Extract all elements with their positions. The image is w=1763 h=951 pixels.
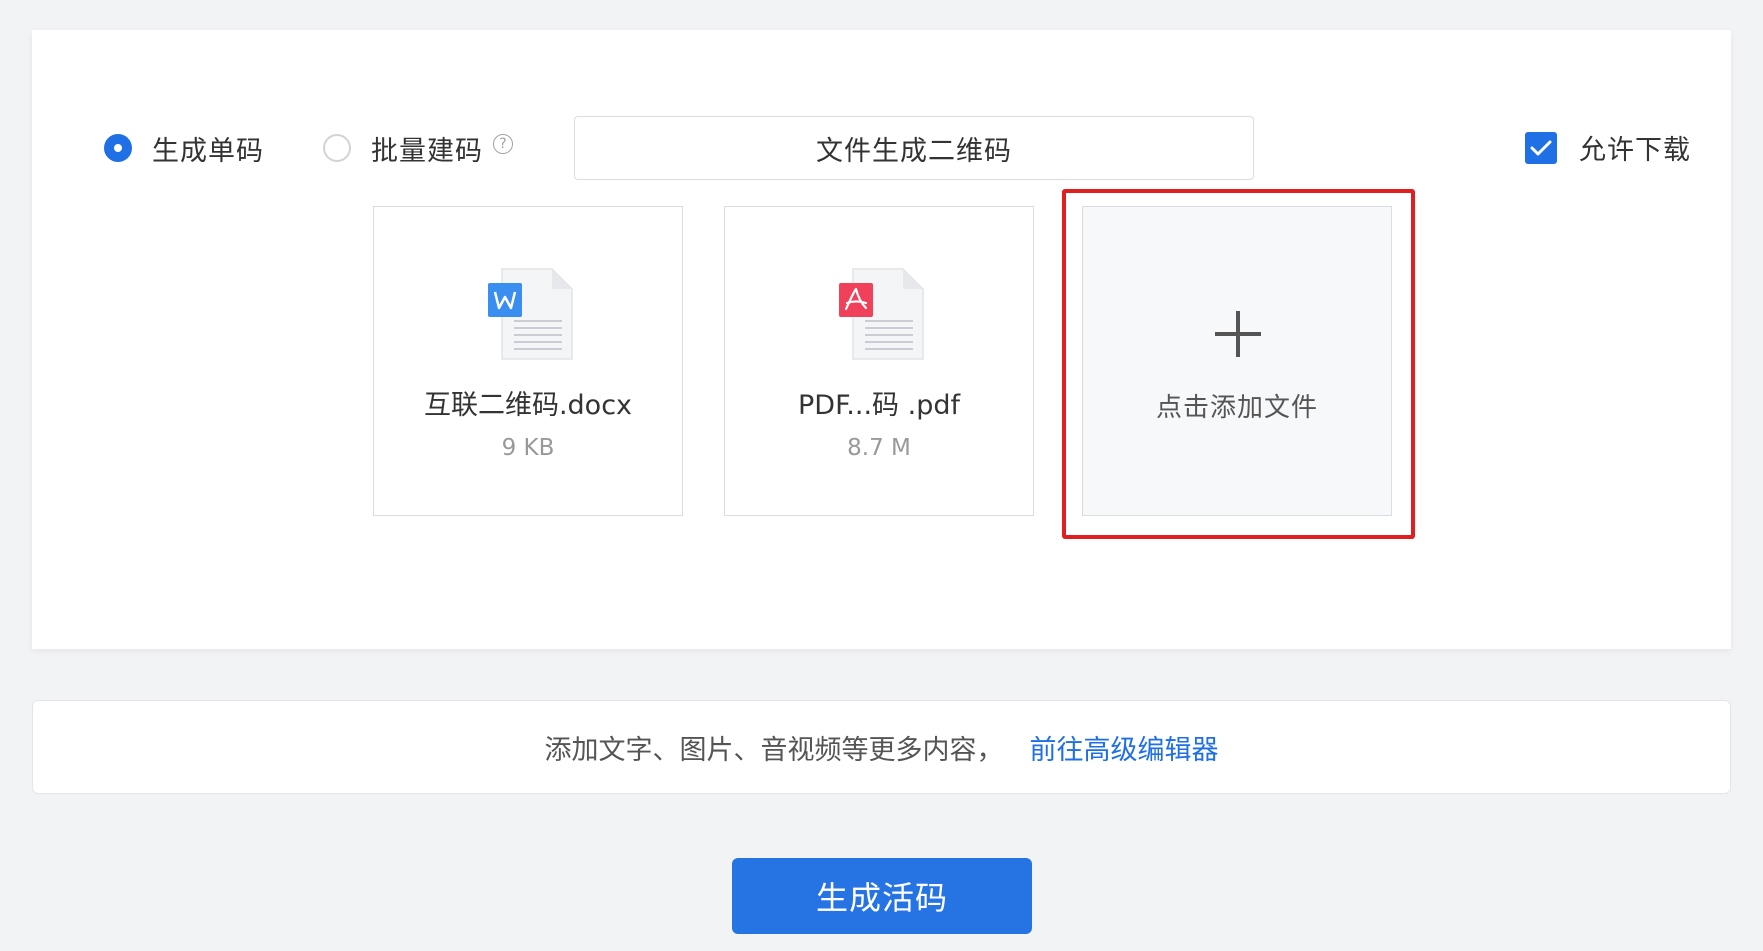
page: 生成单码 批量建码 ? 文件生成二维码 允许下载 互联二维码.docx 9 KB… [0,0,1763,951]
mode-single-label: 生成单码 [152,135,264,167]
file-card-docx[interactable]: 互联二维码.docx 9 KB [373,206,683,516]
add-file-label: 点击添加文件 [1155,393,1318,423]
file-name: 互联二维码.docx [423,390,633,421]
advanced-editor-bar: 添加文字、图片、音视频等更多内容， 前往高级编辑器 [32,700,1731,794]
pdf-doc-icon [839,268,924,360]
file-name: PDF...码 .pdf [798,390,960,421]
file-size: 9 KB [501,435,555,461]
help-icon[interactable]: ? [493,134,513,154]
checkmark-icon [1525,131,1557,164]
allow-download-checkbox[interactable]: 允许下载 [1525,128,1691,167]
plus-icon [1215,311,1261,357]
file-card-pdf[interactable]: PDF...码 .pdf 8.7 M [724,206,1034,516]
radio-checked-icon [104,134,132,162]
mode-single-radio[interactable]: 生成单码 [104,130,264,167]
generate-code-button[interactable]: 生成活码 [732,858,1032,934]
radio-unchecked-icon [323,134,351,162]
advanced-editor-link[interactable]: 前往高级编辑器 [1030,728,1219,767]
word-doc-icon [488,268,573,360]
editor-hint-text: 添加文字、图片、音视频等更多内容， [544,734,1004,766]
mode-batch-label: 批量建码 [371,135,483,167]
mode-batch-radio[interactable]: 批量建码 ? [323,130,513,167]
file-size: 8.7 M [847,435,911,461]
title-input[interactable]: 文件生成二维码 [574,116,1254,180]
add-file-button[interactable]: 点击添加文件 [1082,206,1392,516]
allow-download-label: 允许下载 [1579,135,1691,166]
